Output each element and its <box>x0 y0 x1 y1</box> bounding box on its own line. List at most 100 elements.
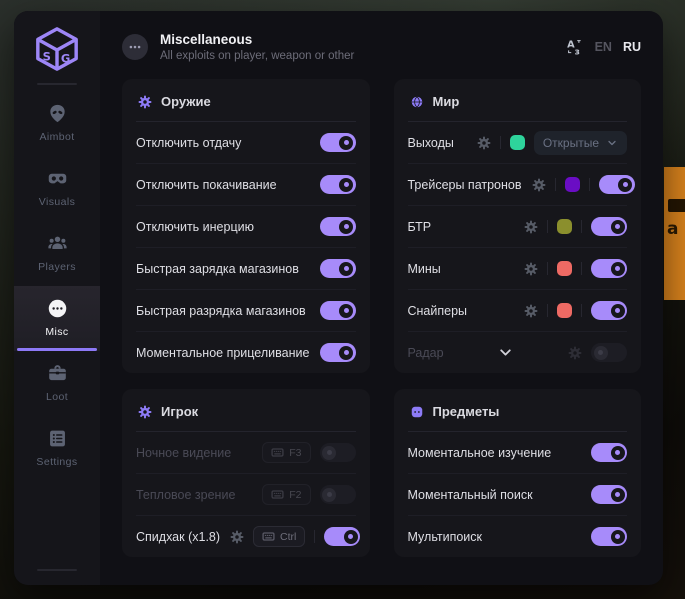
lang-ru-button[interactable]: RU <box>623 40 641 54</box>
hotkey-badge[interactable]: Ctrl <box>253 526 305 547</box>
section-items: ПредметыМоментальное изучениеМоментальны… <box>394 389 642 557</box>
gear-icon[interactable] <box>230 530 244 544</box>
section-header: Мир <box>408 79 628 122</box>
chevron-down-icon <box>606 137 618 149</box>
sidebar-nav: Aimbot Visuals PlayersMisc Loot Settings <box>14 91 100 481</box>
cheat-menu-window: Aimbot Visuals PlayersMisc Loot Settings Mis… <box>14 11 663 585</box>
toggle-switch[interactable] <box>324 527 360 546</box>
hotkey-badge[interactable]: F2 <box>262 484 310 505</box>
sidebar-item-label: Aimbot <box>39 131 74 143</box>
toggle-knob <box>339 346 353 360</box>
toggle-knob <box>339 220 353 234</box>
column-left: ОружиеОтключить отдачуОтключить покачива… <box>122 79 370 573</box>
toggle-switch[interactable] <box>320 133 356 152</box>
gear-icon[interactable] <box>568 346 582 360</box>
toggle-switch[interactable] <box>599 175 635 194</box>
section-title: Мир <box>433 94 460 109</box>
page-title: Miscellaneous <box>160 32 554 47</box>
control-divider <box>581 220 582 233</box>
row-controls: Открытые <box>477 131 627 155</box>
translate-icon[interactable] <box>566 38 584 56</box>
keyboard-icon <box>271 488 284 501</box>
feature-label: Радар <box>408 346 444 360</box>
lang-en-button[interactable]: EN <box>595 40 612 54</box>
feature-row: Моментальное изучение <box>408 432 628 473</box>
sidebar-item-visuals[interactable]: Visuals <box>14 156 100 221</box>
toggle-knob <box>611 530 625 544</box>
row-controls: F3 <box>262 442 355 463</box>
toggle-knob <box>322 488 336 502</box>
color-swatch[interactable] <box>557 261 572 276</box>
hotkey-label: Ctrl <box>280 531 296 543</box>
box-icon <box>410 405 424 419</box>
section-title: Предметы <box>433 404 500 419</box>
feature-label: Мины <box>408 262 441 276</box>
gear-icon[interactable] <box>477 136 491 150</box>
feature-row: Трейсеры патронов <box>408 163 628 205</box>
gear-icon[interactable] <box>532 178 546 192</box>
sidebar-item-misc[interactable]: Misc <box>14 286 100 351</box>
row-controls <box>591 485 627 504</box>
toggle-switch[interactable] <box>320 217 356 236</box>
sidebar-item-settings[interactable]: Settings <box>14 416 100 481</box>
toggle-switch[interactable] <box>320 443 356 462</box>
chevron-down-icon[interactable] <box>497 344 514 361</box>
gear-icon[interactable] <box>524 304 538 318</box>
toggle-switch[interactable] <box>591 485 627 504</box>
toggle-switch[interactable] <box>320 259 356 278</box>
feature-label: Быстрая зарядка магазинов <box>136 262 299 276</box>
toggle-knob <box>339 262 353 276</box>
row-controls <box>320 175 356 194</box>
sidebar-item-players[interactable]: Players <box>14 221 100 286</box>
row-spacer <box>444 344 568 361</box>
feature-row: Тепловое зрениеF2 <box>136 473 356 515</box>
sidebar-item-label: Loot <box>46 391 68 403</box>
sidebar-item-label: Visuals <box>39 196 75 208</box>
feature-row: Ночное видениеF3 <box>136 432 356 473</box>
keyboard-icon <box>262 530 275 543</box>
color-swatch[interactable] <box>565 177 580 192</box>
background-billboard: a <box>664 167 685 300</box>
toggle-switch[interactable] <box>591 343 627 362</box>
feature-row: Мины <box>408 247 628 289</box>
color-swatch[interactable] <box>557 303 572 318</box>
row-controls <box>532 175 635 194</box>
toggle-switch[interactable] <box>320 343 356 362</box>
toggle-switch[interactable] <box>591 527 627 546</box>
row-controls <box>524 259 627 278</box>
control-divider <box>581 304 582 317</box>
dots-icon <box>47 298 68 319</box>
sidebar-item-aimbot[interactable]: Aimbot <box>14 91 100 156</box>
gear-icon[interactable] <box>524 220 538 234</box>
color-swatch[interactable] <box>557 219 572 234</box>
row-controls <box>524 217 627 236</box>
toggle-switch[interactable] <box>591 217 627 236</box>
feature-label: Отключить инерцию <box>136 220 254 234</box>
feature-label: Спидхак (x1.8) <box>136 530 220 544</box>
dropdown-select[interactable]: Открытые <box>534 131 627 155</box>
toggle-switch[interactable] <box>320 485 356 504</box>
feature-label: Трейсеры патронов <box>408 178 522 192</box>
row-controls <box>524 301 627 320</box>
toggle-switch[interactable] <box>320 175 356 194</box>
color-swatch[interactable] <box>510 135 525 150</box>
list-icon <box>47 428 68 449</box>
control-divider <box>581 262 582 275</box>
briefcase-icon <box>47 363 68 384</box>
toggle-switch[interactable] <box>591 301 627 320</box>
feature-row: Быстрая разрядка магазинов <box>136 289 356 331</box>
toggle-switch[interactable] <box>591 259 627 278</box>
toggle-switch[interactable] <box>591 443 627 462</box>
toggle-switch[interactable] <box>320 301 356 320</box>
row-controls <box>320 259 356 278</box>
section-title: Оружие <box>161 94 211 109</box>
hotkey-badge[interactable]: F3 <box>262 442 310 463</box>
app-logo-icon <box>34 26 80 72</box>
dots-icon <box>128 40 142 54</box>
gear-icon[interactable] <box>524 262 538 276</box>
feature-label: Моментальное изучение <box>408 446 552 460</box>
feature-row: БТР <box>408 205 628 247</box>
feature-row: Мультипоиск <box>408 515 628 557</box>
goggles-icon <box>47 168 68 189</box>
sidebar-item-loot[interactable]: Loot <box>14 351 100 416</box>
